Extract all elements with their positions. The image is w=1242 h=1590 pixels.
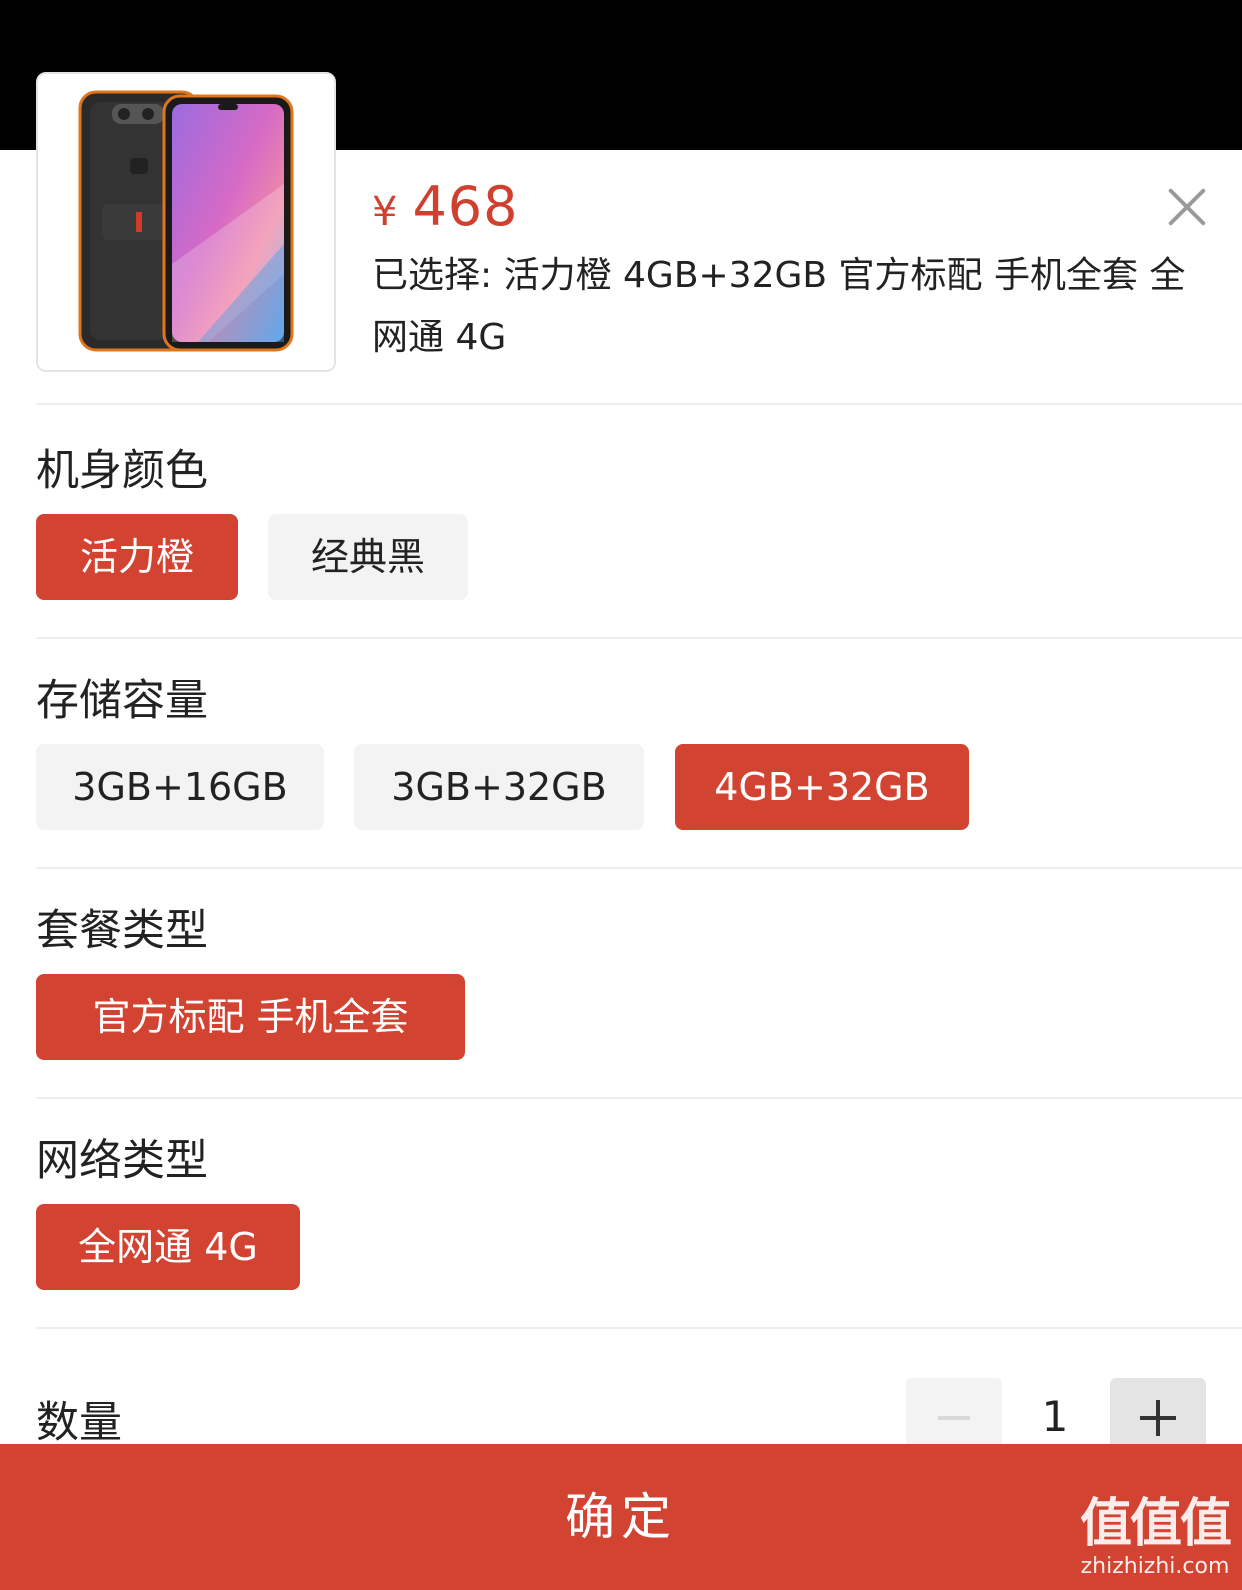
option-color-black[interactable]: 经典黑: [268, 514, 468, 600]
group-title-storage: 存储容量: [36, 676, 208, 726]
option-storage-3-16[interactable]: 3GB+16GB: [36, 744, 324, 830]
divider: [36, 637, 1242, 639]
product-thumbnail: [36, 72, 336, 372]
quantity-value[interactable]: 1: [1010, 1392, 1100, 1441]
site-watermark: 值值值 zhizhizhi.com: [1079, 1494, 1232, 1580]
watermark-logo: 值值值: [1079, 1494, 1232, 1554]
group-title-network: 网络类型: [36, 1136, 208, 1186]
selected-summary: 已选择: 活力橙 4GB+32GB 官方标配 手机全套 全网通 4G: [372, 255, 1186, 358]
quantity-label: 数量: [36, 1398, 122, 1448]
confirm-button[interactable]: 确定: [0, 1444, 1242, 1590]
minus-icon: [938, 1416, 970, 1420]
option-color-orange[interactable]: 活力橙: [36, 514, 238, 600]
option-storage-4-32[interactable]: 4GB+32GB: [675, 744, 969, 830]
divider: [36, 867, 1242, 869]
divider: [36, 1327, 1242, 1329]
option-network-4g[interactable]: 全网通 4G: [36, 1204, 300, 1290]
group-title-package: 套餐类型: [36, 906, 208, 956]
price-label: ¥468: [372, 175, 519, 238]
group-title-color: 机身颜色: [36, 446, 208, 496]
divider: [36, 403, 1242, 405]
option-storage-3-32[interactable]: 3GB+32GB: [354, 744, 644, 830]
watermark-url: zhizhizhi.com: [1080, 1554, 1230, 1579]
divider: [36, 1097, 1242, 1099]
option-package-official[interactable]: 官方标配 手机全套: [36, 974, 465, 1060]
close-icon[interactable]: [1166, 186, 1208, 228]
